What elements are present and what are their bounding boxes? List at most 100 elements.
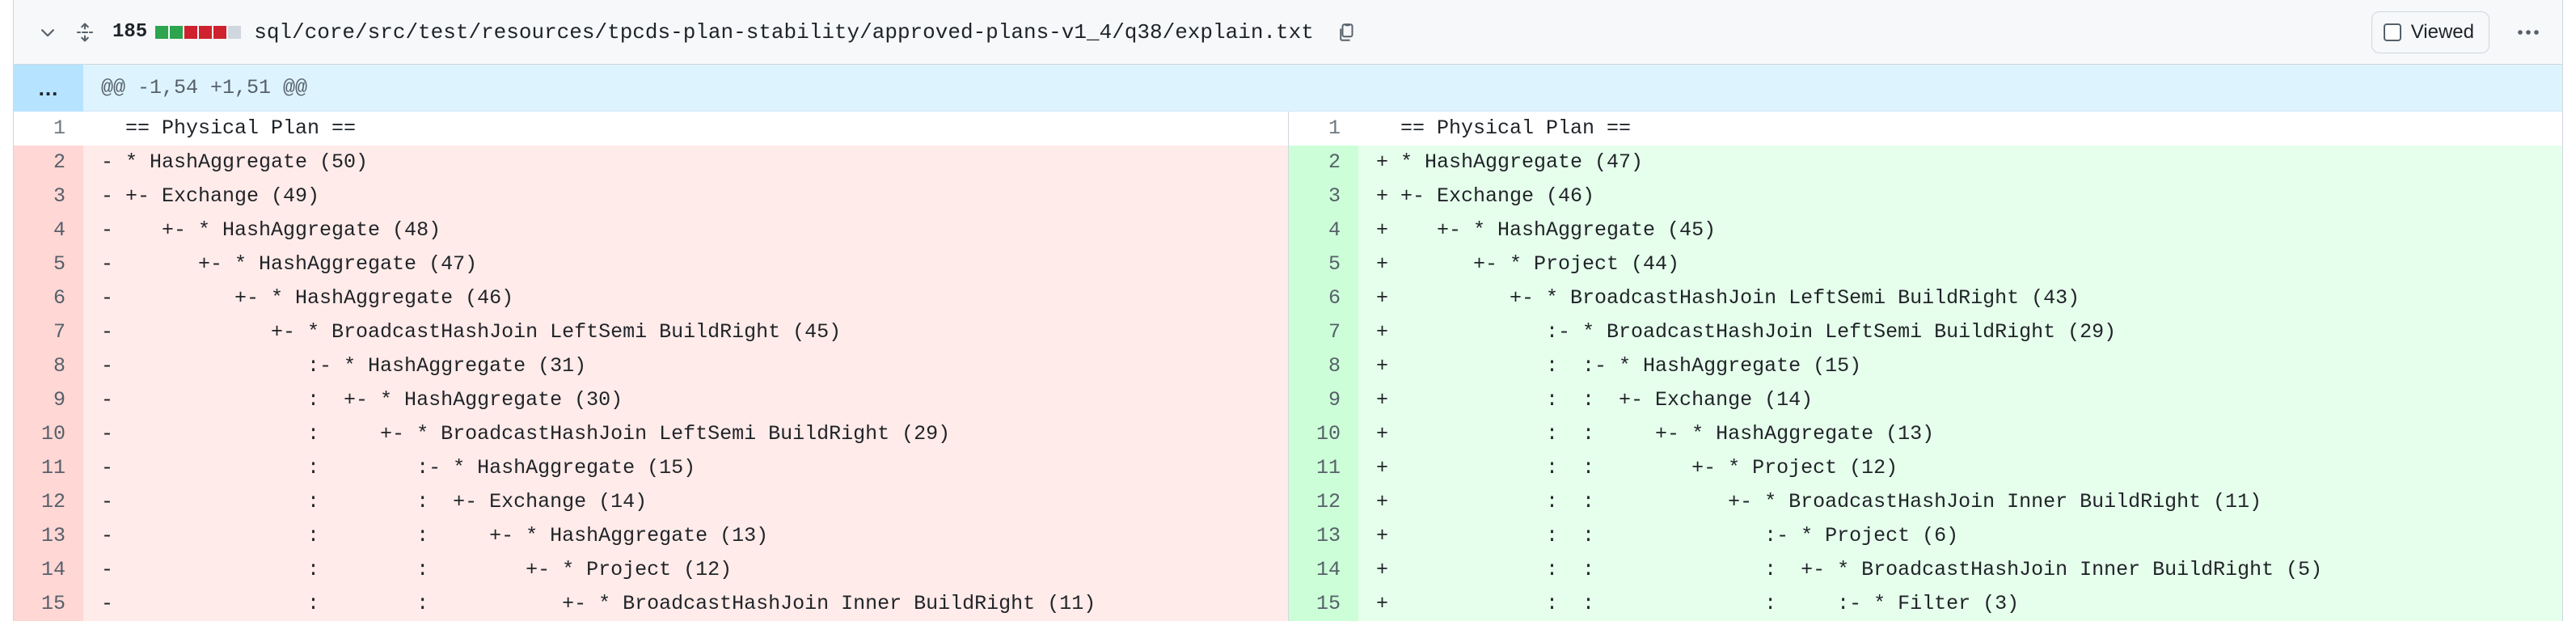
kebab-horizontal-icon[interactable] [2511, 15, 2546, 50]
line-code: == Physical Plan == [83, 112, 1288, 146]
right-side: 1 == Physical Plan == 2 + * HashAggregate … [1288, 112, 2562, 621]
added-line: 4 + +- * HashAggregate (45) [1289, 213, 2562, 247]
line-number[interactable]: 13 [14, 519, 83, 553]
line-code: + : : +- * Project (12) [1358, 451, 2562, 485]
hunk-header: @@ -1,54 +1,51 @@ [101, 76, 308, 99]
line-number[interactable]: 12 [14, 485, 83, 519]
line-code: - +- Exchange (49) [83, 180, 1288, 213]
deleted-line: 15- : : +- * BroadcastHashJoin Inner Bui… [14, 587, 1288, 621]
line-number[interactable]: 10 [14, 417, 83, 451]
left-side: 1 == Physical Plan == 2- * HashAggregate … [14, 112, 1288, 621]
unfold-icon[interactable] [69, 16, 101, 49]
split-diff: 1 == Physical Plan == 2- * HashAggregate … [14, 112, 2562, 621]
line-code: + +- * Project (44) [1358, 247, 2562, 281]
deleted-line: 13- : : +- * HashAggregate (13) [14, 519, 1288, 553]
diffstat-square [184, 25, 198, 39]
deleted-line: 2- * HashAggregate (50) [14, 146, 1288, 180]
line-number[interactable]: 6 [1289, 281, 1358, 315]
line-number[interactable]: 7 [1289, 315, 1358, 349]
line-code: + +- Exchange (46) [1358, 180, 2562, 213]
deleted-line: 10- : +- * BroadcastHashJoin LeftSemi Bu… [14, 417, 1288, 451]
line-number[interactable]: 1 [14, 112, 83, 146]
added-line: 12 + : : +- * BroadcastHashJoin Inner Bui… [1289, 485, 2562, 519]
added-line: 2 + * HashAggregate (47) [1289, 146, 2562, 180]
line-number[interactable]: 4 [1289, 213, 1358, 247]
line-number[interactable]: 9 [14, 383, 83, 417]
line-number[interactable]: 11 [1289, 451, 1358, 485]
line-code: - +- * BroadcastHashJoin LeftSemi BuildR… [83, 315, 1288, 349]
line-code: - : : +- * HashAggregate (13) [83, 519, 1288, 553]
line-number[interactable]: 3 [1289, 180, 1358, 213]
context-line: 1 == Physical Plan == [1289, 112, 2562, 146]
line-number[interactable]: 11 [14, 451, 83, 485]
deleted-line: 14- : : +- * Project (12) [14, 553, 1288, 587]
line-number[interactable]: 2 [1289, 146, 1358, 180]
deleted-line: 11- : :- * HashAggregate (15) [14, 451, 1288, 485]
deleted-line: 12- : : +- Exchange (14) [14, 485, 1288, 519]
line-code: + : : +- * BroadcastHashJoin Inner Build… [1358, 485, 2562, 519]
deleted-line: 3- +- Exchange (49) [14, 180, 1288, 213]
line-code: + : : : +- * BroadcastHashJoin Inner Bui… [1358, 553, 2562, 587]
line-number[interactable]: 3 [14, 180, 83, 213]
line-code: - +- * HashAggregate (46) [83, 281, 1288, 315]
line-number[interactable]: 7 [14, 315, 83, 349]
diffstat-square [155, 25, 169, 39]
viewed-toggle[interactable]: Viewed [2371, 11, 2489, 53]
line-number[interactable]: 6 [14, 281, 83, 315]
diffstat-bar [155, 25, 242, 39]
line-code: + :- * BroadcastHashJoin LeftSemi BuildR… [1358, 315, 2562, 349]
expand-hunk-button[interactable]: ... [14, 65, 83, 112]
context-line: 1 == Physical Plan == [14, 112, 1288, 146]
deleted-line: 9- : +- * HashAggregate (30) [14, 383, 1288, 417]
line-code: + * HashAggregate (47) [1358, 146, 2562, 180]
deleted-line: 5- +- * HashAggregate (47) [14, 247, 1288, 281]
line-code: - : +- * BroadcastHashJoin LeftSemi Buil… [83, 417, 1288, 451]
added-line: 11 + : : +- * Project (12) [1289, 451, 2562, 485]
line-number[interactable]: 14 [1289, 553, 1358, 587]
header-actions: Viewed [2371, 0, 2546, 65]
line-number[interactable]: 10 [1289, 417, 1358, 451]
deleted-line: 6- +- * HashAggregate (46) [14, 281, 1288, 315]
line-code: + : : +- * HashAggregate (13) [1358, 417, 2562, 451]
line-number[interactable]: 5 [1289, 247, 1358, 281]
line-number[interactable]: 13 [1289, 519, 1358, 553]
diff-file: 1 8 5 sql/core/src/test/resources/tpcds-pl… [13, 0, 2563, 621]
line-number[interactable]: 1 [1289, 112, 1358, 146]
line-number[interactable]: 14 [14, 553, 83, 587]
line-code: - * HashAggregate (50) [83, 146, 1288, 180]
line-code: - : : +- * BroadcastHashJoin Inner Build… [83, 587, 1288, 621]
added-line: 7 + :- * BroadcastHashJoin LeftSemi Build… [1289, 315, 2562, 349]
line-number[interactable]: 15 [1289, 587, 1358, 621]
viewed-label: Viewed [2410, 21, 2474, 43]
line-code: + : : :- * Project (6) [1358, 519, 2562, 553]
diffstat-square [170, 25, 184, 39]
added-line: 8 + : :- * HashAggregate (15) [1289, 349, 2562, 383]
added-line: 13 + : : :- * Project (6) [1289, 519, 2562, 553]
diffstat-square [213, 25, 227, 39]
file-path[interactable]: sql/core/src/test/resources/tpcds-plan-s… [254, 20, 1314, 44]
chevron-down-icon[interactable] [32, 16, 64, 49]
line-number[interactable]: 8 [14, 349, 83, 383]
line-number[interactable]: 5 [14, 247, 83, 281]
line-number[interactable]: 8 [1289, 349, 1358, 383]
line-number[interactable]: 12 [1289, 485, 1358, 519]
hunk-header-row: ... @@ -1,54 +1,51 @@ [14, 65, 2562, 112]
viewed-checkbox[interactable] [2383, 23, 2401, 41]
line-code: - : :- * HashAggregate (15) [83, 451, 1288, 485]
line-code: == Physical Plan == [1358, 112, 2562, 146]
deleted-line: 4- +- * HashAggregate (48) [14, 213, 1288, 247]
file-header: 185 sql/core/src/test/resources/tpcds-pl… [14, 0, 2562, 65]
deleted-line: 8- :- * HashAggregate (31) [14, 349, 1288, 383]
line-code: + : : : :- * Filter (3) [1358, 587, 2562, 621]
copy-icon[interactable] [1332, 18, 1361, 47]
line-code: - +- * HashAggregate (48) [83, 213, 1288, 247]
added-line: 3 + +- Exchange (46) [1289, 180, 2562, 213]
line-number[interactable]: 4 [14, 213, 83, 247]
added-line: 10 + : : +- * HashAggregate (13) [1289, 417, 2562, 451]
line-code: + : : +- Exchange (14) [1358, 383, 2562, 417]
line-number[interactable]: 9 [1289, 383, 1358, 417]
line-number[interactable]: 15 [14, 587, 83, 621]
line-code: + +- * BroadcastHashJoin LeftSemi BuildR… [1358, 281, 2562, 315]
diffstat-square [199, 25, 213, 39]
line-number[interactable]: 2 [14, 146, 83, 180]
